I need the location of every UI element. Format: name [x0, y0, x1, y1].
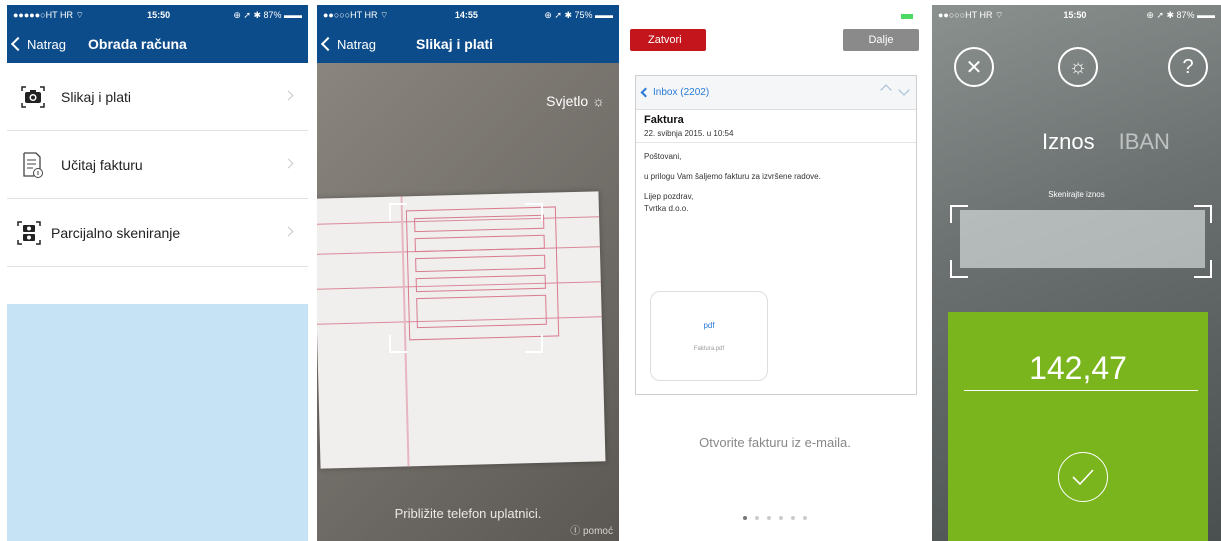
tab-iznos[interactable]: Iznos: [1042, 129, 1095, 155]
menu-item-ucitaj-fakturu[interactable]: Učitaj fakturu: [7, 131, 308, 199]
battery: ⊕ ➚ ✱ 75% ▬▬: [544, 9, 613, 20]
mail-subject-block: Faktura 22. svibnja 2015. u 10:54: [636, 110, 916, 143]
mail-body: Poštovani, u prilogu Vam šaljemo fakturu…: [636, 143, 916, 231]
close-button[interactable]: ✕: [954, 47, 994, 87]
clock: 15:50: [147, 10, 171, 20]
page-dot: [743, 516, 747, 520]
question-icon: ?: [1182, 55, 1194, 78]
chevron-up-icon: [880, 84, 892, 96]
close-icon: ✕: [965, 56, 983, 79]
scan-icon: [15, 219, 43, 247]
carrier: ●●○○○HT HR ⌔: [938, 9, 1004, 20]
status-bar: ●●○○○HT HR ⌔ 15:50 ⊕ ➚ ✱ 87% ▬▬: [932, 5, 1221, 25]
menu-item-label: Učitaj fakturu: [61, 156, 143, 173]
scan-frame-corner: [389, 335, 407, 353]
pdf-icon: pdf: [703, 320, 715, 330]
help-button[interactable]: ?: [1168, 47, 1208, 87]
page-dot: [791, 516, 795, 520]
chevron-left-icon: [320, 36, 336, 52]
page-title: Obrada računa: [88, 36, 187, 52]
chevron-down-icon: [898, 84, 910, 96]
clock: 15:50: [1063, 10, 1087, 20]
scan-frame-corner: [525, 335, 543, 353]
screen-obrada-racuna: ●●●●●○HT HR ⌔ 15:50 ⊕ ➚ ✱ 87% ▬▬ Natrag …: [7, 5, 308, 541]
screen-ucitaj-fakturu: Zatvori Dalje Inbox (2202) Faktura 22. s…: [625, 5, 925, 541]
clock: 14:55: [454, 10, 478, 20]
result-panel: 142,47: [948, 312, 1208, 541]
status-bar: ●●○○○HT HR ⌔ 14:55 ⊕ ➚ ✱ 75% ▬▬: [317, 5, 619, 25]
back-label: Natrag: [337, 36, 377, 52]
mode-tabs: Iznos IBAN: [1042, 129, 1170, 155]
next-button[interactable]: Dalje: [843, 29, 919, 51]
light-label: Svjetlo: [546, 93, 589, 109]
email-preview: Inbox (2202) Faktura 22. svibnja 2015. u…: [635, 75, 917, 395]
sun-icon: ☼: [1068, 55, 1088, 78]
mail-date: 22. svibnja 2015. u 10:54: [644, 129, 734, 138]
confirm-button[interactable]: [1058, 452, 1108, 502]
scan-frame-corner: [525, 203, 543, 221]
back-label: Natrag: [27, 36, 67, 52]
help-link[interactable]: Ⓘ pomoć: [570, 522, 613, 537]
chevron-left-icon: [640, 87, 651, 98]
battery-icon: [901, 14, 913, 19]
top-bar: Zatvori Dalje: [625, 5, 925, 51]
chevron-left-icon: [10, 36, 26, 52]
checkmark-icon: [1072, 469, 1094, 486]
back-button[interactable]: Natrag: [317, 37, 376, 52]
mail-arrows: [880, 84, 910, 96]
scanned-amount: 142,47: [1029, 350, 1127, 386]
camera-icon: [19, 83, 47, 111]
chevron-right-icon: [283, 158, 294, 169]
close-button[interactable]: Zatvori: [630, 29, 706, 51]
instruction-text: Otvorite fakturu iz e-maila.: [699, 435, 851, 450]
carrier: ●●●●●○HT HR ⌔: [13, 9, 84, 20]
scan-frame-corner: [389, 203, 407, 221]
back-button[interactable]: Natrag: [7, 37, 66, 52]
page-title: Slikaj i plati: [416, 36, 494, 52]
menu-item-label: Slikaj i plati: [61, 88, 132, 105]
chevron-right-icon: [283, 90, 294, 101]
page-dot: [755, 516, 759, 520]
carrier: ●●○○○HT HR ⌔: [323, 9, 389, 20]
menu-item-label: Parcijalno skeniranje: [51, 224, 181, 241]
mail-subject: Faktura: [644, 114, 684, 126]
attachment-name: Faktura.pdf: [693, 345, 725, 352]
scan-region: [960, 210, 1205, 268]
menu-item-slikaj-i-plati[interactable]: Slikaj i plati: [7, 63, 308, 131]
mail-greeting: Poštovani,: [644, 152, 682, 161]
nav-bar: Natrag Slikaj i plati: [317, 25, 619, 63]
sun-icon: ☼: [592, 93, 605, 109]
battery: ⊕ ➚ ✱ 87% ▬▬: [233, 9, 302, 20]
battery: ⊕ ➚ ✱ 87% ▬▬: [1146, 9, 1215, 20]
screen-skeniranje-iznosa: ●●○○○HT HR ⌔ 15:50 ⊕ ➚ ✱ 87% ▬▬ ✕ ☼ ? Iz…: [932, 5, 1221, 541]
pdf-attachment[interactable]: pdf Faktura.pdf: [650, 291, 768, 381]
divider: [964, 390, 1198, 391]
document-icon: [19, 151, 47, 179]
tab-iban[interactable]: IBAN: [1119, 129, 1170, 155]
mail-text: u prilogu Vam šaljemo fakturu za izvršen…: [644, 172, 821, 181]
empty-area: [7, 304, 308, 541]
status-bar: ●●●●●○HT HR ⌔ 15:50 ⊕ ➚ ✱ 87% ▬▬: [7, 5, 308, 25]
scan-label: Skenirajte iznos: [1048, 190, 1105, 199]
page-dot: [767, 516, 771, 520]
screen-slikaj-i-plati: ●●○○○HT HR ⌔ 14:55 ⊕ ➚ ✱ 75% ▬▬ Natrag S…: [317, 5, 619, 541]
mail-header: Inbox (2202): [636, 76, 916, 110]
chevron-right-icon: [283, 226, 294, 237]
page-dot: [803, 516, 807, 520]
inbox-link: Inbox (2202): [653, 87, 710, 98]
light-toggle[interactable]: Svjetlo ☼: [546, 93, 605, 109]
payment-slip-photo: [317, 191, 606, 469]
scan-hint: Približite telefon uplatnici.: [394, 506, 542, 521]
page-indicator[interactable]: [625, 516, 925, 520]
mail-signature: Lijep pozdrav, Tvrtka d.o.o.: [644, 192, 694, 213]
light-button[interactable]: ☼: [1058, 47, 1098, 87]
menu-item-parcijalno-skeniranje[interactable]: Parcijalno skeniranje: [7, 199, 308, 267]
page-dot: [779, 516, 783, 520]
nav-bar: Natrag Obrada računa: [7, 25, 308, 63]
